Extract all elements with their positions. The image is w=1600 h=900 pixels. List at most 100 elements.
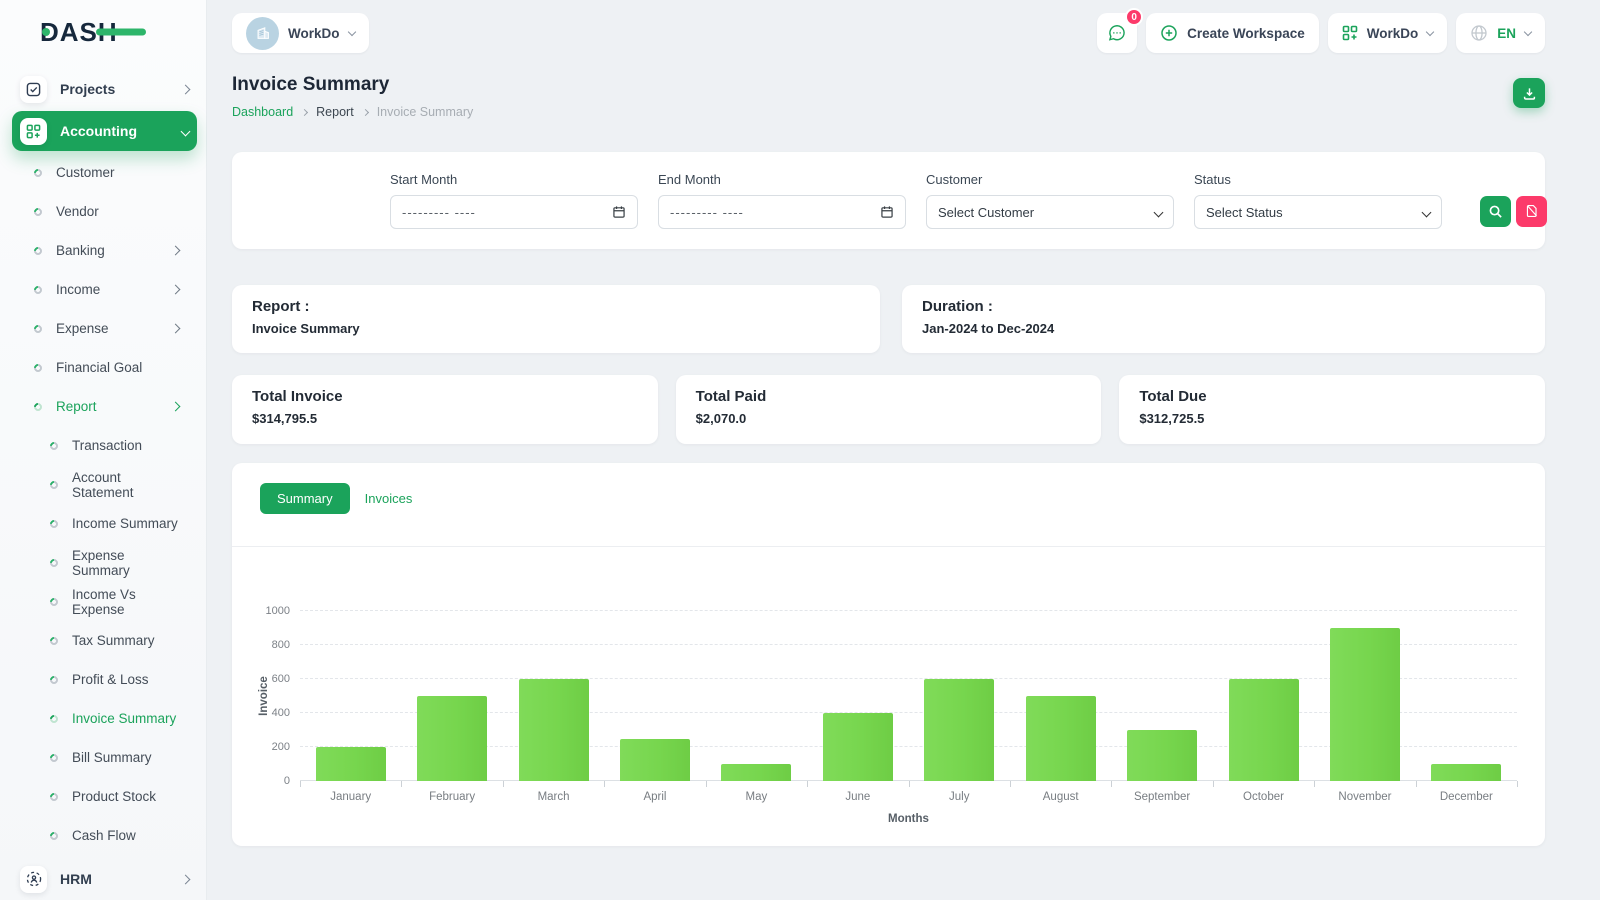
app-switcher[interactable]: WorkDo (1327, 13, 1448, 53)
sidebar-item-label: Cash Flow (72, 828, 136, 843)
total-invoice-card: Total Invoice $314,795.5 (232, 375, 658, 444)
bar-slot (706, 611, 807, 781)
bar-slot (1213, 611, 1314, 781)
language-code: EN (1497, 25, 1516, 41)
sidebar-item-profit-loss[interactable]: Profit & Loss (0, 660, 207, 699)
sidebar-item-projects[interactable]: Projects (12, 69, 197, 109)
bullet-icon (32, 283, 44, 296)
x-tick-label: November (1338, 791, 1392, 803)
status-select[interactable]: Select Status (1194, 195, 1442, 229)
sidebar-item-product-stock[interactable]: Product Stock (0, 777, 207, 816)
breadcrumb-report[interactable]: Report (316, 105, 354, 119)
bar-slot (300, 611, 401, 781)
x-axis-tick (401, 781, 403, 787)
status-label: Status (1194, 172, 1231, 187)
main-content: WorkDo 0 Create Workspace WorkDo EN Invo… (207, 0, 1600, 900)
bar-slot (807, 611, 908, 781)
topbar: WorkDo 0 Create Workspace WorkDo EN (232, 0, 1545, 58)
create-workspace-button[interactable]: Create Workspace (1146, 13, 1319, 53)
messages-button[interactable]: 0 (1097, 8, 1144, 53)
sidebar-item-expense-summary[interactable]: Expense Summary (0, 543, 207, 582)
bullet-icon (48, 829, 60, 842)
x-axis-labels: January February March April May June July Augu… (300, 791, 1517, 803)
bar-slot (1416, 611, 1517, 781)
bullet-icon (32, 166, 44, 179)
sidebar-item-bill-summary[interactable]: Bill Summary (0, 738, 207, 777)
duration-card-label: Duration : (922, 298, 993, 315)
download-button[interactable] (1513, 78, 1545, 108)
sidebar: DASH Projects Accounting Customer Vendor (0, 0, 207, 900)
divider (232, 546, 1545, 547)
bar-august (1025, 696, 1096, 781)
bullet-icon (48, 556, 60, 569)
sidebar-item-income-summary[interactable]: Income Summary (0, 504, 207, 543)
bullet-icon (32, 244, 44, 257)
logo-dot (42, 28, 50, 36)
customer-select[interactable]: Select Customer (926, 195, 1174, 229)
end-month-placeholder: --------- ---- (670, 204, 744, 220)
bar-slot (1010, 611, 1111, 781)
sidebar-item-label: Income (56, 282, 101, 297)
bullet-icon (48, 712, 60, 725)
bar-june (822, 713, 893, 781)
sidebar-item-banking[interactable]: Banking (0, 231, 207, 270)
chevron-down-icon (347, 27, 356, 37)
chart-bars (300, 611, 1517, 781)
sidebar-item-accounting[interactable]: Accounting (12, 111, 197, 151)
sidebar-item-account-statement[interactable]: Account Statement (0, 465, 207, 504)
tab-invoices[interactable]: Invoices (365, 491, 413, 506)
bar-september (1127, 730, 1198, 781)
report-card-label: Report : (252, 298, 310, 315)
bar-december (1431, 764, 1502, 781)
total-invoice-label: Total Invoice (252, 388, 343, 405)
customer-selected-value: Select Customer (938, 204, 1035, 220)
bullet-icon (32, 400, 44, 413)
tab-summary[interactable]: Summary (260, 483, 350, 514)
chevron-right-icon (170, 401, 181, 412)
breadcrumb-dashboard[interactable]: Dashboard (232, 105, 293, 119)
sidebar-item-expense[interactable]: Expense (0, 309, 207, 348)
app-logo[interactable]: DASH (0, 14, 207, 67)
calendar-icon[interactable] (612, 205, 626, 219)
calendar-icon[interactable] (880, 205, 894, 219)
sidebar-item-tax-summary[interactable]: Tax Summary (0, 621, 207, 660)
workspace-name: WorkDo (288, 25, 340, 41)
sidebar-item-income[interactable]: Income (0, 270, 207, 309)
language-selector[interactable]: EN (1456, 13, 1545, 53)
sidebar-item-invoice-summary[interactable]: Invoice Summary (0, 699, 207, 738)
y-tick-label: 600 (271, 673, 290, 685)
bar-may (721, 764, 792, 781)
bar-slot (604, 611, 705, 781)
x-axis-tick (1517, 781, 1518, 787)
chart-card: Summary Invoices Invoice 0 200 400 600 800 10… (232, 463, 1545, 846)
sidebar-item-label: Income Vs Expense (72, 586, 136, 617)
x-tick-label: January (330, 791, 372, 803)
end-month-input[interactable]: --------- ---- (658, 195, 906, 229)
sidebar-item-income-vs-expense[interactable]: Income Vs Expense (0, 582, 207, 621)
start-month-label: Start Month (390, 172, 458, 187)
bullet-icon (48, 634, 60, 647)
apply-filter-button[interactable] (1480, 195, 1511, 227)
download-icon (1523, 87, 1535, 100)
sidebar-item-vendor[interactable]: Vendor (0, 192, 207, 231)
x-tick-label: June (845, 791, 871, 803)
sidebar-item-transaction[interactable]: Transaction (0, 426, 207, 465)
bar-january (315, 747, 386, 781)
reset-filter-button[interactable] (1516, 195, 1547, 227)
sidebar-item-report[interactable]: Report (0, 387, 207, 426)
workspace-switcher[interactable]: WorkDo (232, 13, 369, 53)
sidebar-item-label: Account Statement (72, 469, 134, 500)
chevron-right-icon (170, 284, 181, 295)
sidebar-item-label: Bill Summary (72, 750, 152, 765)
sidebar-item-cash-flow[interactable]: Cash Flow (0, 816, 207, 855)
sidebar-item-label: Transaction (72, 438, 143, 453)
sidebar-item-hrm[interactable]: HRM (12, 859, 197, 899)
sidebar-item-financial-goal[interactable]: Financial Goal (0, 348, 207, 387)
bullet-icon (48, 595, 60, 608)
start-month-input[interactable]: --------- ---- (390, 195, 638, 229)
sidebar-item-customer[interactable]: Customer (0, 153, 207, 192)
bullet-icon (32, 361, 44, 374)
start-month-placeholder: --------- ---- (402, 204, 476, 220)
sidebar-item-label: Expense Summary (72, 547, 130, 578)
x-axis-tick (807, 781, 809, 787)
